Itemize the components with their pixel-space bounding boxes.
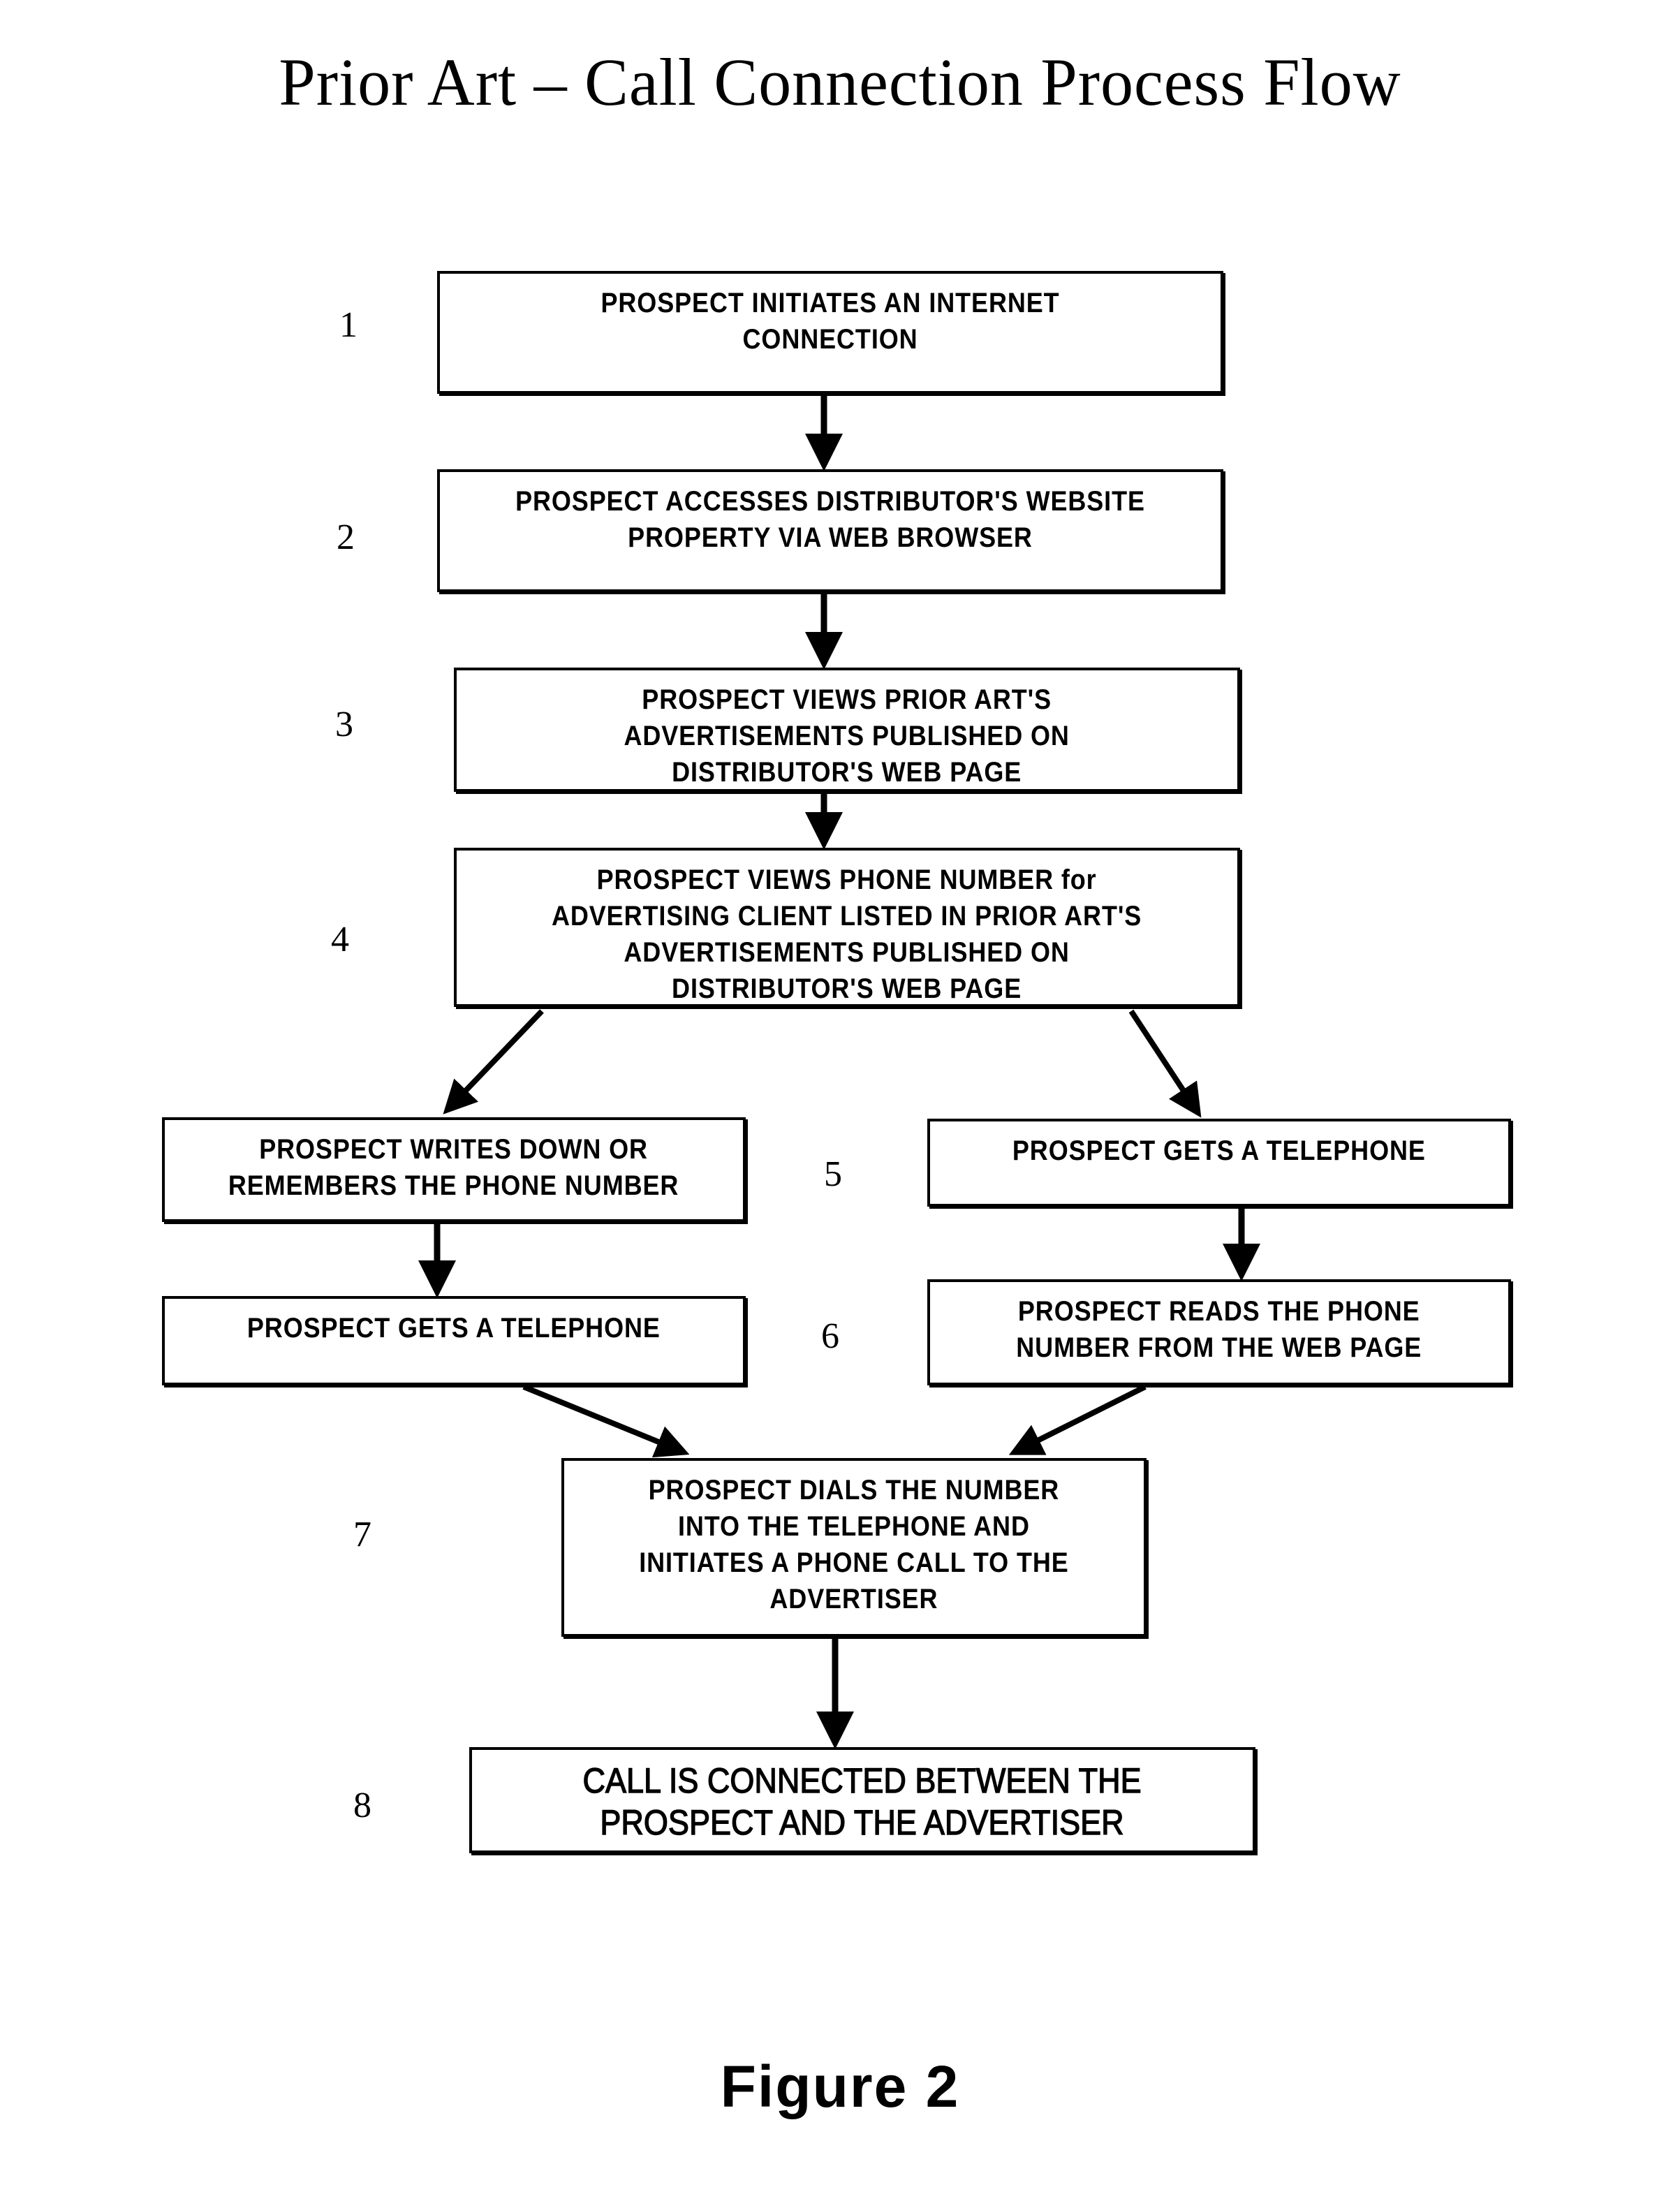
- arrow-6-left-to-7: [522, 1384, 690, 1458]
- flow-arrows: [418, 395, 1260, 1749]
- figure-label: Figure 2: [720, 2054, 960, 2119]
- arrow-6-right-to-7: [1008, 1384, 1147, 1455]
- arrow-4-to-5-right: [1128, 1009, 1202, 1118]
- arrow-4-to-5-left: [443, 1009, 544, 1114]
